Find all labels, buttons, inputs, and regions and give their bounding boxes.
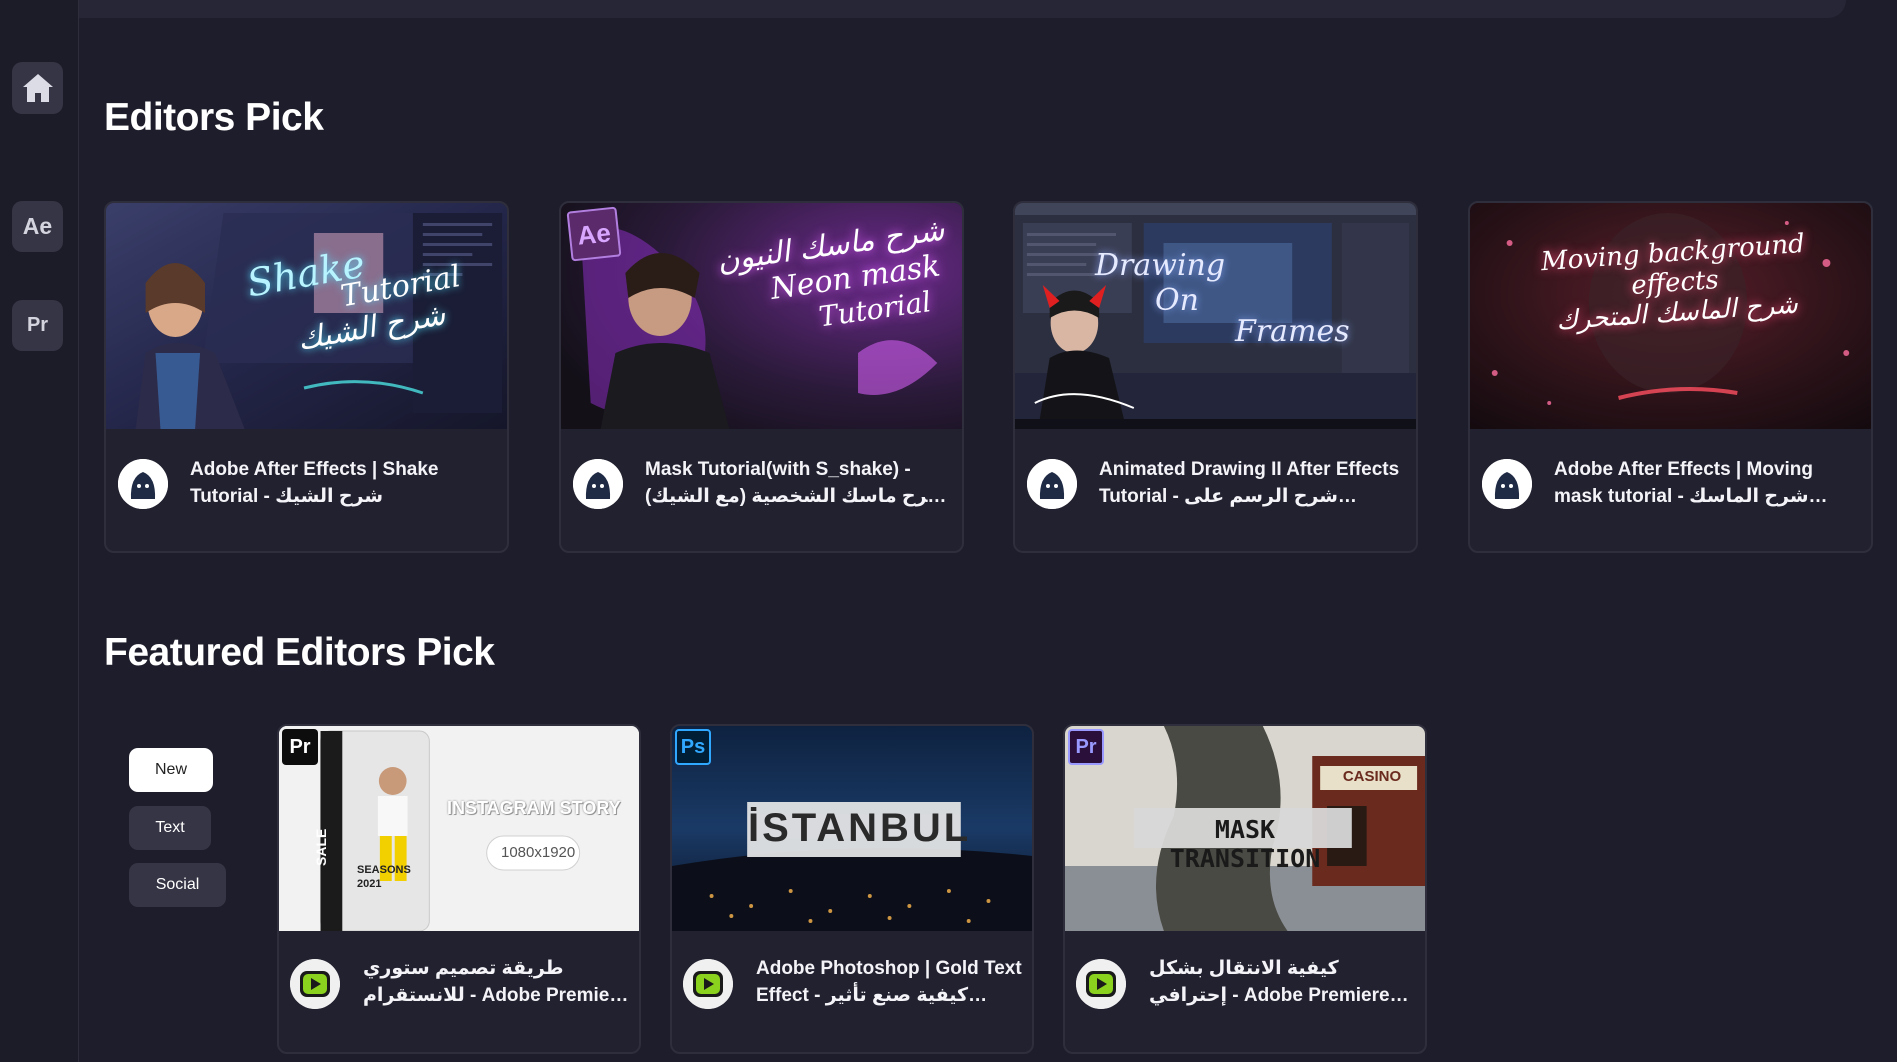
video-title: Adobe Photoshop | Gold Text Effect - كيف… (756, 958, 1022, 1006)
thumbnail-text: MASK TRANSITION (1169, 815, 1321, 873)
video-thumbnail: Ae شرح ماسك النيون Neon mask Tutorial (561, 203, 962, 429)
featured-video-card[interactable]: Pr MASK TRANSITION CASINO كيفية الانتقال… (1063, 724, 1427, 1054)
filter-social-button[interactable]: Social (129, 863, 226, 907)
sidebar-item-home[interactable] (12, 62, 63, 114)
video-title: Adobe After Effects | Moving mask tutori… (1554, 459, 1814, 507)
avatar (118, 459, 168, 509)
avatar (1482, 459, 1532, 509)
thumbnail-text: SEASONS (357, 864, 411, 876)
play-screen-icon (290, 959, 340, 1009)
avatar (573, 459, 623, 509)
video-title: Adobe After Effects | Shake Tutorial - ش… (190, 459, 439, 507)
video-title: كيفية الانتقال بشكل إحترافي - Adobe Prem… (1149, 958, 1390, 1006)
video-card[interactable]: Moving background effects شرح الماسك الم… (1468, 201, 1873, 553)
thumbnail-text: Drawing On Frames (1095, 248, 1350, 349)
video-thumbnail: Ps İSTANBUL (672, 726, 1032, 931)
thumbnail-text: CASINO (1342, 768, 1402, 785)
video-card[interactable]: Ae شرح ماسك النيون Neon mask Tutorial Ma… (559, 201, 964, 553)
featured-video-card[interactable]: Ps İSTANBUL Adobe Photoshop | Gold Text … (670, 724, 1034, 1054)
video-title: Mask Tutorial(with S_shake) - شرح ماسك ا… (645, 459, 947, 507)
video-thumbnail: Pr INSTAGRAM STORY 1080x1920 SEASONS 202… (279, 726, 639, 931)
sidebar-item-after-effects[interactable]: Ae (12, 201, 63, 252)
featured-video-card[interactable]: Pr INSTAGRAM STORY 1080x1920 SEASONS 202… (277, 724, 641, 1054)
video-card[interactable]: Drawing On Frames Animated Drawing II Af… (1013, 201, 1418, 553)
app-badge: Pr (282, 729, 318, 765)
video-thumbnail: Moving background effects شرح الماسك الم… (1470, 203, 1871, 429)
app-badge: Ae (566, 206, 622, 262)
video-thumbnail: Drawing On Frames (1015, 203, 1416, 429)
video-thumbnail: Shake Tutorial شرح الشيك (106, 203, 507, 429)
sidebar: Ae Pr (0, 0, 79, 1062)
thumbnail-text: INSTAGRAM STORY (447, 798, 621, 818)
channel-avatar (290, 959, 340, 1009)
editors-pick-title: Editors Pick (104, 96, 324, 139)
top-bar (79, 0, 1846, 18)
thumbnail-text: 2021 (357, 878, 382, 890)
filter-text-button[interactable]: Text (129, 806, 211, 850)
channel-avatar (1076, 959, 1126, 1009)
thumbnail-text: İSTANBUL (748, 806, 972, 850)
play-screen-icon (1076, 959, 1126, 1009)
app-badge: Ps (675, 729, 711, 765)
featured-editors-pick-title: Featured Editors Pick (104, 631, 495, 674)
thumbnail-text: 1080x1920 (501, 844, 576, 861)
video-title: Animated Drawing II After Effects Tutori… (1099, 459, 1400, 507)
home-icon (22, 74, 53, 102)
play-screen-icon (683, 959, 733, 1009)
avatar (1027, 459, 1077, 509)
video-thumbnail: Pr MASK TRANSITION CASINO (1065, 726, 1425, 931)
channel-avatar (683, 959, 733, 1009)
thumbnail-text: SALE (313, 828, 329, 866)
video-card[interactable]: Shake Tutorial شرح الشيك Adobe After Eff… (104, 201, 509, 553)
video-title: طريقة تصميم ستوري للانستقرام - Adobe Pre… (363, 958, 628, 1006)
app-badge: Pr (1068, 729, 1104, 765)
sidebar-item-premiere[interactable]: Pr (12, 300, 63, 351)
filter-new-button[interactable]: New (129, 748, 213, 792)
